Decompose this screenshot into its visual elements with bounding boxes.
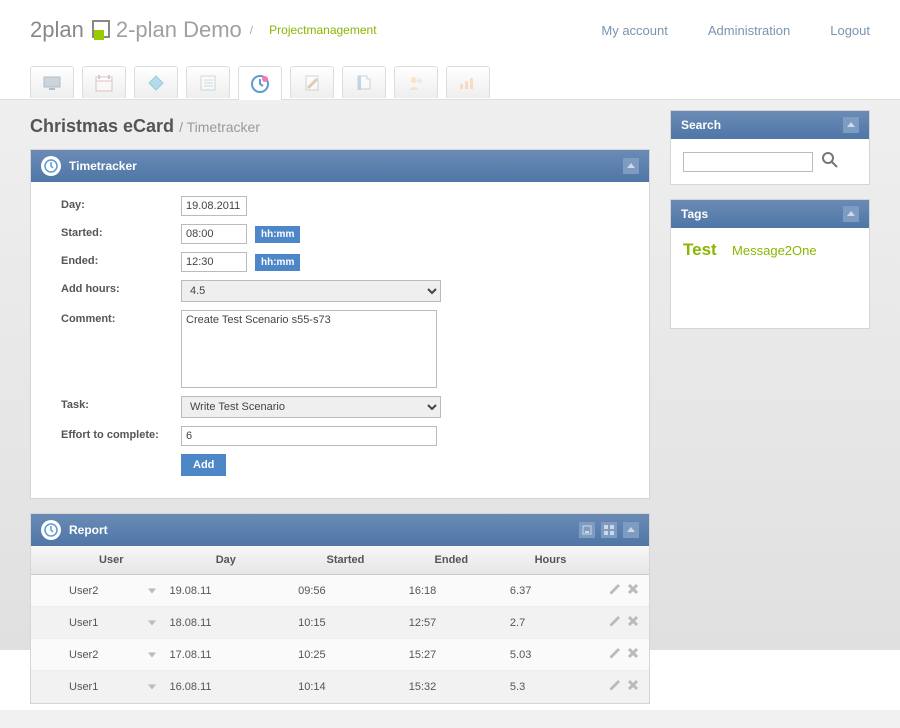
- tab-desktop[interactable]: [30, 66, 74, 98]
- cell-day: 18.08.11: [162, 607, 291, 639]
- add-hours-select[interactable]: 4.5: [181, 280, 441, 302]
- cell-started: 10:25: [290, 639, 401, 671]
- report-heading: Report: [69, 523, 108, 537]
- breadcrumb-projectmanagement[interactable]: Projectmanagement: [269, 23, 376, 37]
- started-input[interactable]: [181, 224, 247, 244]
- ended-input[interactable]: [181, 252, 247, 272]
- tab-notes[interactable]: [290, 66, 334, 98]
- label-started: Started:: [61, 224, 181, 239]
- col-day: Day: [162, 546, 291, 575]
- add-button[interactable]: Add: [181, 454, 226, 476]
- cell-hours: 5.3: [502, 671, 599, 703]
- table-row: User217.08.1110:2515:275.03: [31, 639, 649, 671]
- cell-ended: 15:27: [401, 639, 502, 671]
- chevron-down-icon: [148, 588, 156, 593]
- cell-user[interactable]: User1: [61, 607, 162, 639]
- edit-row-button[interactable]: [608, 678, 622, 695]
- brand-logo: 2plan 2-plan Demo / Projectmanagement: [30, 17, 377, 43]
- col-user: User: [61, 546, 162, 575]
- delete-row-button[interactable]: [626, 614, 640, 631]
- label-ended: Ended:: [61, 252, 181, 267]
- tag-message2one[interactable]: Message2One: [732, 243, 817, 258]
- project-tabstrip: [0, 50, 900, 100]
- breadcrumb-separator: /: [250, 23, 253, 37]
- search-icon[interactable]: [821, 151, 839, 172]
- timetracker-heading: Timetracker: [69, 159, 137, 173]
- label-day: Day:: [61, 196, 181, 211]
- tab-calendar[interactable]: [82, 66, 126, 98]
- cell-hours: 5.03: [502, 639, 599, 671]
- cell-day: 16.08.11: [162, 671, 291, 703]
- page-title: Christmas eCard / Timetracker: [30, 116, 650, 137]
- logo-icon: [90, 20, 110, 40]
- cell-started: 10:15: [290, 607, 401, 639]
- col-started: Started: [290, 546, 401, 575]
- ended-format-hint: hh:mm: [255, 254, 300, 271]
- tab-tasks[interactable]: [186, 66, 230, 98]
- delete-row-button[interactable]: [626, 582, 640, 599]
- label-effort: Effort to complete:: [61, 426, 181, 441]
- chevron-down-icon: [148, 620, 156, 625]
- chevron-down-icon: [148, 684, 156, 689]
- export-button[interactable]: [579, 522, 595, 538]
- tags-heading: Tags: [681, 207, 708, 221]
- cell-ended: 12:57: [401, 607, 502, 639]
- label-add-hours: Add hours:: [61, 280, 181, 295]
- report-panel: Report User Day Started Ended Hours: [30, 513, 650, 704]
- edit-row-button[interactable]: [608, 614, 622, 631]
- chevron-down-icon: [148, 652, 156, 657]
- tags-panel: Tags Test Message2One: [670, 199, 870, 329]
- nav-logout[interactable]: Logout: [830, 23, 870, 38]
- effort-input[interactable]: [181, 426, 437, 446]
- table-row: User219.08.1109:5616:186.37: [31, 575, 649, 607]
- tab-people[interactable]: [394, 66, 438, 98]
- collapse-tags-button[interactable]: [843, 206, 859, 222]
- collapse-search-button[interactable]: [843, 117, 859, 133]
- cell-ended: 16:18: [401, 575, 502, 607]
- search-heading: Search: [681, 118, 721, 132]
- tab-budget[interactable]: [446, 66, 490, 98]
- col-hours: Hours: [502, 546, 599, 575]
- cell-user[interactable]: User2: [61, 575, 162, 607]
- table-row: User118.08.1110:1512:572.7: [31, 607, 649, 639]
- cell-day: 17.08.11: [162, 639, 291, 671]
- timetracker-panel: Timetracker Day: Started: hh:mm: [30, 149, 650, 499]
- table-row: User116.08.1110:1415:325.3: [31, 671, 649, 703]
- cell-started: 10:14: [290, 671, 401, 703]
- cell-hours: 2.7: [502, 607, 599, 639]
- delete-row-button[interactable]: [626, 678, 640, 695]
- label-task: Task:: [61, 396, 181, 411]
- delete-row-button[interactable]: [626, 646, 640, 663]
- clock-icon: [41, 156, 61, 176]
- cell-hours: 6.37: [502, 575, 599, 607]
- cell-started: 09:56: [290, 575, 401, 607]
- tab-timetracker[interactable]: [238, 66, 282, 100]
- cell-user[interactable]: User2: [61, 639, 162, 671]
- task-select[interactable]: Write Test Scenario: [181, 396, 441, 418]
- brand-demo-label: 2-plan Demo: [116, 17, 242, 43]
- started-format-hint: hh:mm: [255, 226, 300, 243]
- clock-icon: [41, 520, 61, 540]
- cell-user[interactable]: User1: [61, 671, 162, 703]
- grid-view-button[interactable]: [601, 522, 617, 538]
- edit-row-button[interactable]: [608, 646, 622, 663]
- nav-administration[interactable]: Administration: [708, 23, 790, 38]
- collapse-panel-button[interactable]: [623, 158, 639, 174]
- tab-milestones[interactable]: [134, 66, 178, 98]
- search-panel: Search: [670, 110, 870, 185]
- edit-row-button[interactable]: [608, 582, 622, 599]
- col-ended: Ended: [401, 546, 502, 575]
- collapse-report-button[interactable]: [623, 522, 639, 538]
- label-comment: Comment:: [61, 310, 181, 325]
- tag-test[interactable]: Test: [683, 240, 717, 259]
- comment-textarea[interactable]: [181, 310, 437, 388]
- cell-day: 19.08.11: [162, 575, 291, 607]
- tab-files[interactable]: [342, 66, 386, 98]
- day-input[interactable]: [181, 196, 247, 216]
- search-input[interactable]: [683, 152, 813, 172]
- nav-my-account[interactable]: My account: [601, 23, 667, 38]
- cell-ended: 15:32: [401, 671, 502, 703]
